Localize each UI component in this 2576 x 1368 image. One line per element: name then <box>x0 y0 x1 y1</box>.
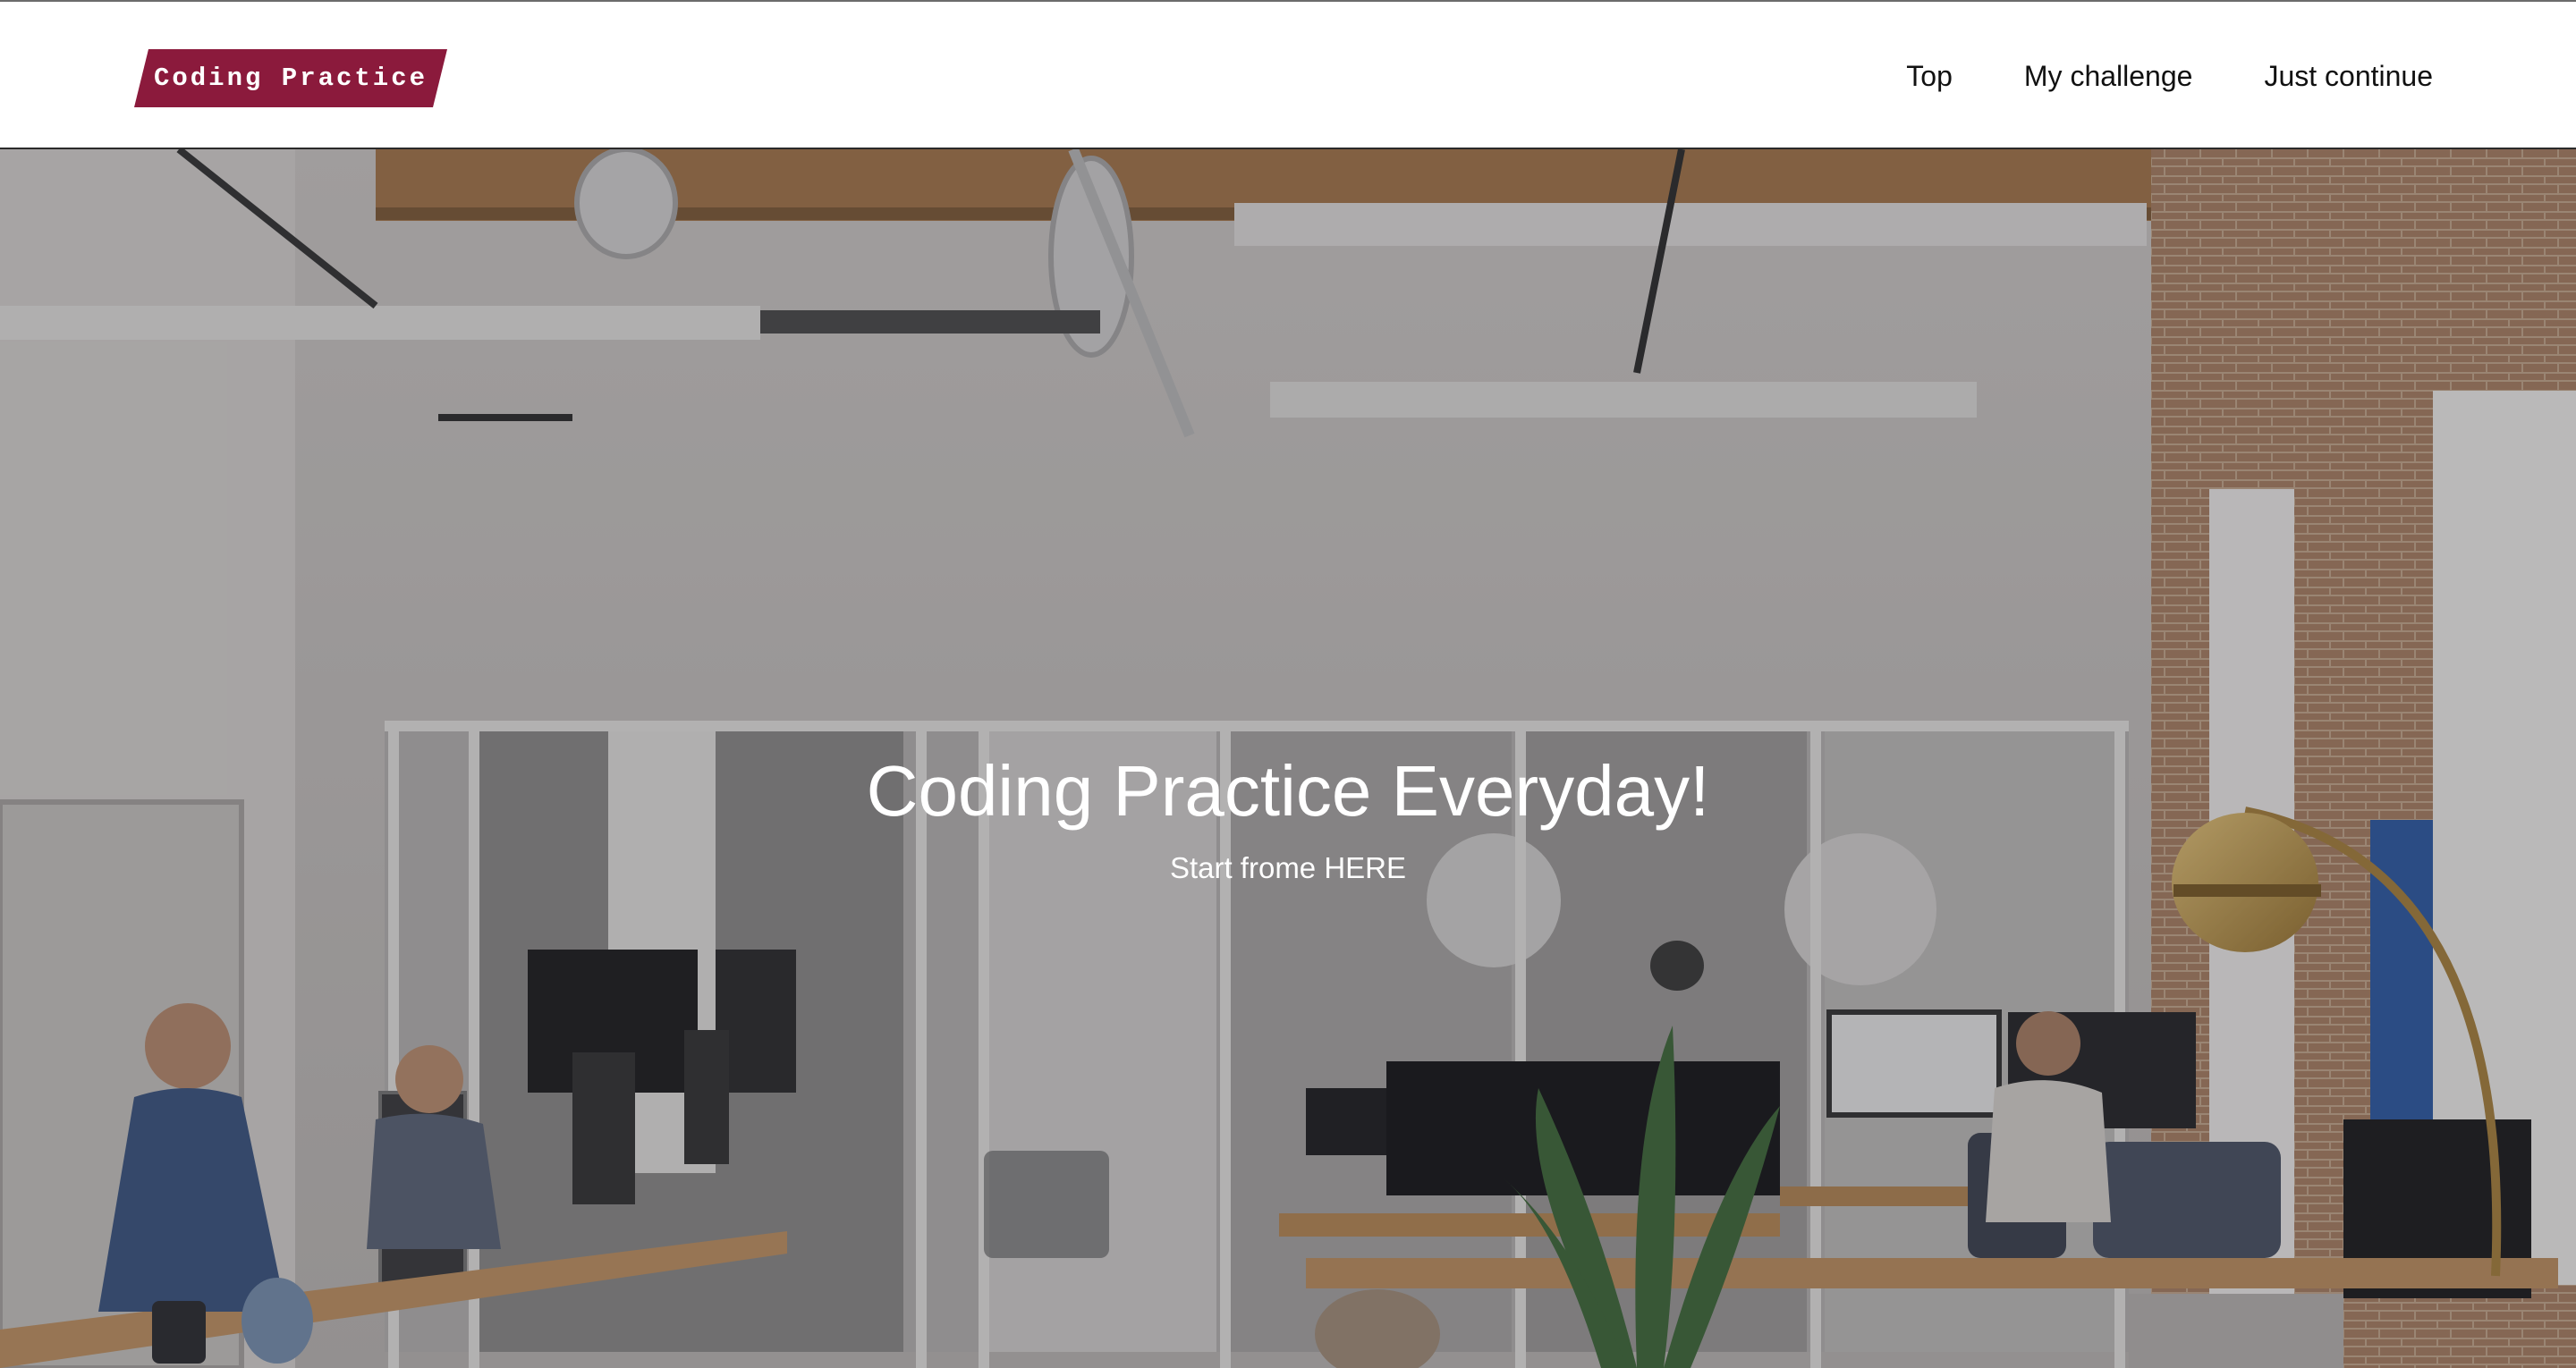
hero-title: Coding Practice Everyday! <box>866 751 1710 831</box>
site-header: Coding Practice Top My challenge Just co… <box>0 0 2576 149</box>
nav-link-top[interactable]: Top <box>1906 60 1953 93</box>
nav-link-my-challenge[interactable]: My challenge <box>2024 60 2193 93</box>
hero-subtitle: Start frome HERE <box>1169 851 1407 884</box>
logo-text: Coding Practice <box>153 63 428 93</box>
logo-link[interactable]: Coding Practice <box>134 49 447 107</box>
nav-link-just-continue[interactable]: Just continue <box>2264 60 2433 93</box>
page: Coding Practice Top My challenge Just co… <box>0 0 2576 1368</box>
hero-section: Coding Practice Everyday! Start frome HE… <box>0 149 2576 1368</box>
main-nav: Top My challenge Just continue <box>1906 2 2433 151</box>
